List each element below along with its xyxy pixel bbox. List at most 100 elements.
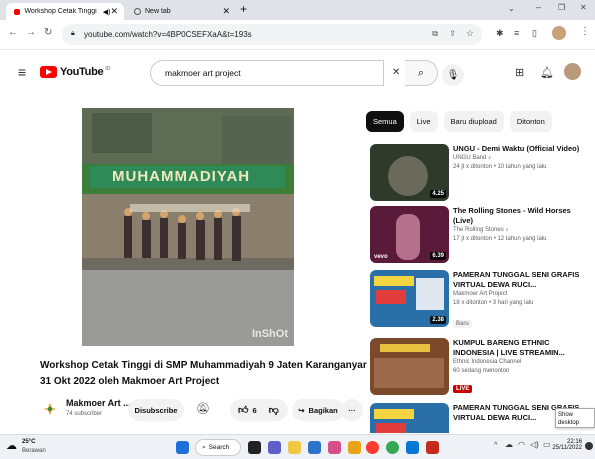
windows-taskbar: ☁ 25°C Berawan ⌕ Search ^ ☁ ◠ ◁) ▭ 22:16…: [0, 434, 595, 459]
live-badge: LIVE: [453, 385, 473, 393]
opera-icon[interactable]: [366, 441, 379, 454]
photos-icon[interactable]: [328, 441, 341, 454]
account-avatar[interactable]: [564, 63, 581, 80]
weather-cloud-icon[interactable]: ☁: [6, 439, 17, 452]
recommendation-item[interactable]: vevo 6.39 The Rolling Stones - Wild Hors…: [370, 206, 590, 276]
tab-workshop[interactable]: Workshop Cetak Tinggi di SM ◀) ✕: [6, 3, 124, 20]
restore-icon[interactable]: ❐: [558, 3, 565, 12]
minimize-icon[interactable]: –: [536, 2, 541, 12]
recommendation-channel[interactable]: Ethnic Indonesia Channel: [453, 358, 583, 367]
audio-icon[interactable]: ◀): [103, 8, 111, 16]
notifications-bell-icon[interactable]: 🔔︎: [540, 66, 554, 79]
youtube-favicon-icon: [14, 8, 21, 15]
google-lens-icon[interactable]: ⧉: [432, 29, 438, 39]
video-thumbnail[interactable]: 4.25: [370, 144, 449, 201]
video-thumbnail[interactable]: [370, 403, 449, 433]
clear-search-icon[interactable]: ✕: [392, 67, 400, 78]
close-tab-icon[interactable]: ✕: [110, 6, 118, 17]
tab-search-icon[interactable]: ⌄: [508, 4, 515, 13]
tab-title: New tab: [145, 8, 171, 15]
close-tab-icon[interactable]: ✕: [222, 6, 230, 17]
recommendation-stats: 18 x ditonton • 3 hari yang lalu: [453, 300, 534, 306]
teams-icon[interactable]: [268, 441, 281, 454]
taskbar-search-box[interactable]: ⌕ Search: [195, 439, 241, 456]
extensions-icon[interactable]: ✱: [496, 28, 504, 39]
system-tray-chevron-icon[interactable]: ^: [494, 442, 497, 449]
duration-badge: 6.39: [430, 252, 446, 260]
more-actions-button[interactable]: ···: [341, 399, 363, 421]
tab-new-tab[interactable]: New tab ✕: [126, 3, 236, 20]
reading-list-icon[interactable]: ≡: [514, 28, 519, 38]
video-frame: [82, 108, 294, 346]
recommendation-item[interactable]: 2.38 PAMERAN TUNGGAL SENI GRAFIS VIRTUAL…: [370, 270, 590, 340]
video-thumbnail[interactable]: [370, 338, 449, 395]
onedrive-icon[interactable]: ☁: [505, 440, 513, 449]
forward-icon[interactable]: →: [26, 27, 36, 38]
new-tab-button[interactable]: +: [240, 2, 247, 16]
video-player[interactable]: MUHAMMADIYAH InShOt: [82, 108, 294, 346]
thumbs-down-icon[interactable]: 👎︎: [269, 404, 279, 416]
subscribed-label: Disubscribe: [134, 405, 178, 415]
share-button[interactable]: ↪ Bagikan: [292, 399, 344, 421]
profile-avatar[interactable]: [552, 26, 566, 40]
thumbs-up-icon[interactable]: 👍︎: [238, 404, 248, 416]
task-view-icon[interactable]: [248, 441, 261, 454]
chrome-icon: [134, 8, 141, 15]
channel-avatar[interactable]: [42, 401, 58, 417]
outlook-icon[interactable]: [406, 441, 419, 454]
recommendation-channel[interactable]: UNGU Band ♪: [453, 154, 583, 163]
recommendation-title[interactable]: PAMERAN TUNGGAL SENI GRAFIS VIRTUAL DEWA…: [453, 270, 583, 290]
chip-live[interactable]: Live: [409, 111, 438, 132]
notification-center-icon[interactable]: [585, 442, 593, 450]
youtube-logo[interactable]: YouTube ID: [40, 66, 110, 78]
create-video-icon[interactable]: ⊞: [515, 66, 524, 79]
clock[interactable]: 22:16 25/11/2022: [552, 439, 582, 451]
windows-start-icon[interactable]: [176, 441, 189, 454]
volume-icon[interactable]: ◁): [530, 440, 539, 449]
wifi-icon[interactable]: ◠: [518, 440, 525, 449]
reload-icon[interactable]: ↻: [44, 27, 52, 38]
back-icon[interactable]: ←: [8, 27, 18, 38]
recommendation-item[interactable]: 4.25 UNGU - Demi Waktu (Official Video) …: [370, 144, 590, 214]
notification-bell-off-icon[interactable]: 🔕︎: [196, 402, 210, 415]
file-explorer-icon[interactable]: [288, 441, 301, 454]
video-thumbnail[interactable]: 2.38: [370, 270, 449, 327]
voice-search-microphone-icon[interactable]: 🎙︎: [442, 64, 464, 86]
live-label: LIVE: [456, 386, 470, 392]
recommendation-channel[interactable]: The Rolling Stones ♪: [453, 226, 583, 235]
store-icon[interactable]: [308, 441, 321, 454]
taskbar-search-label: Search: [208, 444, 230, 451]
duration-badge: 4.25: [430, 190, 446, 198]
recommendation-title[interactable]: The Rolling Stones - Wild Horses (Live): [453, 206, 583, 226]
address-bar[interactable]: 🔒︎ youtube.com/watch?v=4BP0CSEFXaA&t=193…: [62, 24, 482, 45]
chrome-taskbar-icon[interactable]: [386, 441, 399, 454]
search-button[interactable]: ⌕: [405, 60, 438, 86]
new-badge: Baru: [453, 320, 472, 328]
pdf-app-icon[interactable]: [426, 441, 439, 454]
hamburger-menu-icon[interactable]: ≡: [18, 64, 26, 80]
subscribed-button[interactable]: Disubscribe: [128, 399, 184, 421]
weather-temp[interactable]: 25°C: [22, 439, 35, 445]
recommendation-channel[interactable]: Makmoer Art Project: [453, 290, 583, 299]
share-icon[interactable]: ⇪: [449, 29, 456, 38]
subscriber-count: 74 subscriber: [66, 411, 103, 417]
more-actions-label: ···: [348, 405, 356, 415]
menu-kebab-icon[interactable]: ⋮: [580, 26, 590, 37]
chip-baru-diupload[interactable]: Baru diupload: [443, 111, 504, 132]
share-arrow-icon: ↪: [298, 405, 305, 415]
app-icon[interactable]: [348, 441, 361, 454]
tab-title: Workshop Cetak Tinggi di SM: [24, 8, 98, 15]
close-window-icon[interactable]: ✕: [580, 3, 587, 12]
lock-icon: 🔒︎: [71, 30, 75, 37]
search-icon: ⌕: [202, 443, 206, 451]
bookmark-star-icon[interactable]: ☆: [466, 28, 474, 39]
recommendation-item[interactable]: KUMPUL BARENG ETHNIC INDONESIA | LIVE ST…: [370, 338, 590, 408]
channel-name[interactable]: Makmoer Art ...: [66, 398, 131, 408]
video-thumbnail[interactable]: vevo 6.39: [370, 206, 449, 263]
chip-semua[interactable]: Semua: [366, 111, 404, 132]
recommendation-title[interactable]: KUMPUL BARENG ETHNIC INDONESIA | LIVE ST…: [453, 338, 583, 358]
side-panel-icon[interactable]: ▯: [532, 28, 537, 39]
chip-ditonton[interactable]: Ditonton: [509, 111, 552, 132]
recommendation-title[interactable]: UNGU - Demi Waktu (Official Video): [453, 144, 583, 154]
search-input[interactable]: makmoer art project: [150, 60, 384, 86]
